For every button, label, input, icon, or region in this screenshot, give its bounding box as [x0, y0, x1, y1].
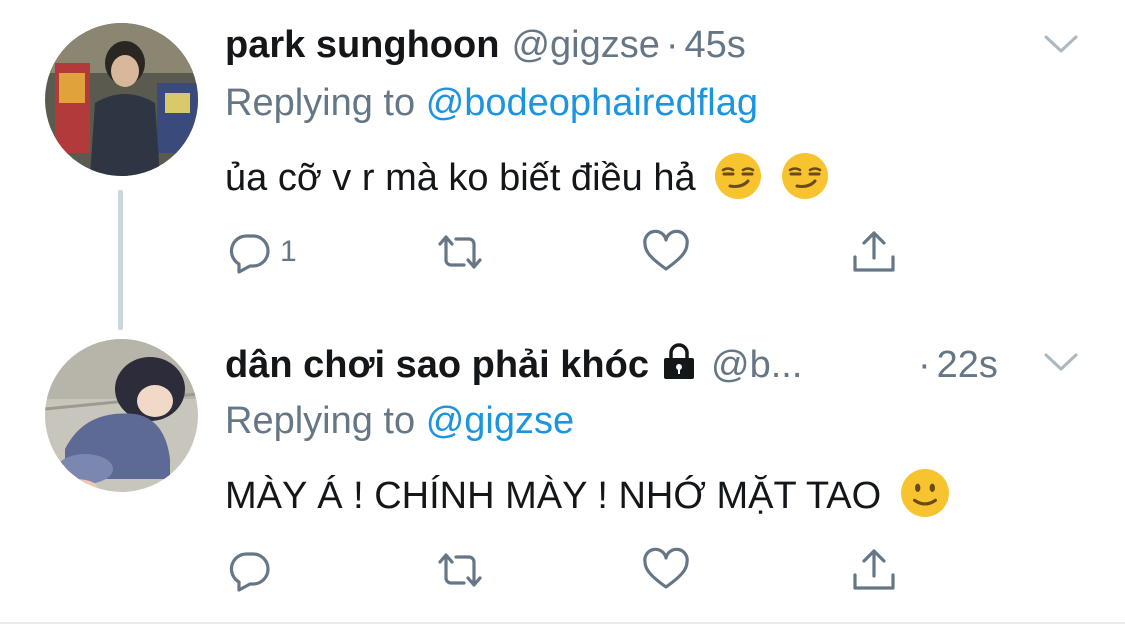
separator-dot: ·: [665, 24, 679, 66]
retweet-button[interactable]: [432, 540, 488, 600]
timestamp[interactable]: 22s: [937, 344, 998, 386]
reply-button[interactable]: [226, 540, 280, 600]
replying-to-mention[interactable]: @bodeophairedflag: [426, 82, 758, 124]
replying-to: Replying to @bodeophairedflag: [225, 78, 758, 128]
chevron-down-icon[interactable]: [1042, 32, 1080, 56]
replying-to: Replying to @gigzse: [225, 396, 574, 446]
slight-smile-emoji: [900, 469, 949, 517]
tweet-text: ủa cỡ v r mà ko biết điều hả: [225, 150, 829, 206]
reply-icon: [229, 552, 270, 592]
retweet-button[interactable]: [432, 222, 488, 282]
divider: [0, 622, 1125, 624]
avatar[interactable]: [45, 339, 198, 492]
lock-icon: [664, 343, 694, 379]
tweet-actions: 1: [0, 222, 1125, 282]
tweet-header: dân chơi sao phải khóc @b...: [225, 340, 802, 390]
retweet-icon: [438, 235, 482, 269]
reply-icon: [229, 234, 270, 274]
share-icon: [853, 549, 895, 590]
tweet-actions: [0, 540, 1125, 600]
user-handle[interactable]: @b...: [711, 344, 802, 386]
user-handle[interactable]: @gigzse: [511, 24, 659, 66]
tweet-1[interactable]: park sunghoon @gigzse · 45s Replying to @bo…: [0, 0, 1125, 330]
tweet-text-content: MÀY Á ! CHÍNH MÀY ! NHỚ MẶT TAO: [225, 475, 882, 517]
like-button[interactable]: [640, 540, 692, 600]
chevron-down-icon[interactable]: [1042, 350, 1080, 374]
replying-to-label: Replying to: [225, 400, 416, 442]
reply-count: 1: [280, 235, 297, 268]
tweet-text-content: ủa cỡ v r mà ko biết điều hả: [225, 157, 696, 199]
heart-icon: [643, 547, 689, 589]
heart-icon: [643, 229, 689, 271]
timestamp[interactable]: 45s: [685, 24, 746, 66]
share-button[interactable]: [848, 540, 900, 600]
display-name[interactable]: dân chơi sao phải khóc: [225, 344, 649, 386]
tweet-text: MÀY Á ! CHÍNH MÀY ! NHỚ MẶT TAO: [225, 468, 950, 524]
like-button[interactable]: [640, 222, 692, 282]
display-name[interactable]: park sunghoon: [225, 24, 499, 66]
separator-dot: ·: [918, 344, 931, 386]
replying-to-label: Replying to: [225, 82, 416, 124]
reply-button[interactable]: 1: [226, 222, 297, 282]
replying-to-mention[interactable]: @gigzse: [426, 400, 574, 442]
retweet-icon: [438, 553, 482, 587]
tweet-meta: · 22s: [912, 340, 998, 390]
tweet-2[interactable]: dân chơi sao phải khóc @b... · 22s Replyi…: [0, 318, 1125, 625]
smirk-emoji: [781, 153, 828, 199]
tweet-header: park sunghoon @gigzse · 45s: [225, 20, 746, 70]
share-button[interactable]: [848, 222, 900, 282]
share-icon: [853, 231, 895, 272]
avatar[interactable]: [45, 23, 198, 176]
smirk-emoji: [715, 153, 762, 199]
